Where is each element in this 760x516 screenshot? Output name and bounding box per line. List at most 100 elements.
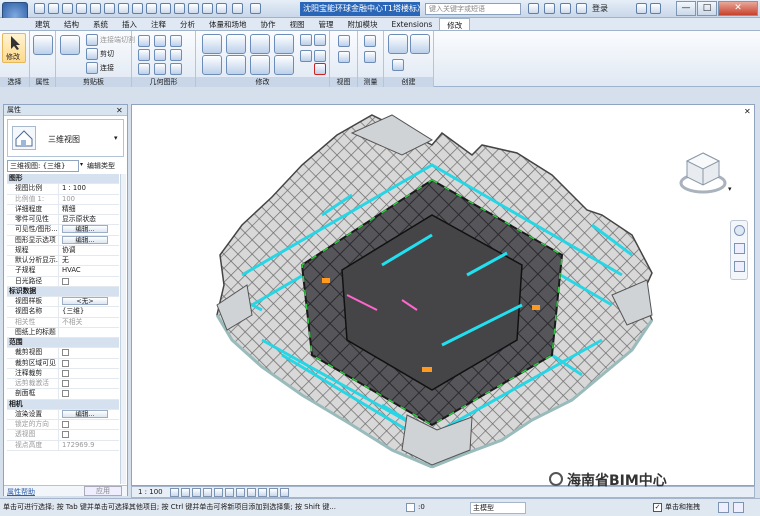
binoculars-icon[interactable] xyxy=(528,3,539,14)
cut-label[interactable]: 剪切 xyxy=(100,49,114,59)
property-value[interactable] xyxy=(59,430,119,439)
property-value[interactable]: 1 : 100 xyxy=(59,184,119,193)
show-crop-icon[interactable] xyxy=(235,488,245,497)
tab-5[interactable]: 分析 xyxy=(173,18,202,30)
property-value[interactable]: {三维} xyxy=(59,307,119,316)
tab-1[interactable]: 结构 xyxy=(57,18,86,30)
detail-level-icon[interactable] xyxy=(169,488,179,497)
geometry-icon[interactable] xyxy=(170,63,182,75)
mirror-axis-icon[interactable] xyxy=(250,34,270,54)
visual-style-icon[interactable] xyxy=(180,488,190,497)
property-value[interactable]: 编辑... xyxy=(59,225,119,234)
property-value[interactable]: 无 xyxy=(59,256,119,265)
property-group[interactable]: 范围 xyxy=(7,338,119,349)
match-type-icon[interactable] xyxy=(86,48,98,60)
array-icon[interactable] xyxy=(300,50,312,62)
tab-6[interactable]: 体量和场地 xyxy=(202,18,254,30)
property-checkbox[interactable] xyxy=(62,369,69,377)
scale-icon[interactable] xyxy=(314,50,326,62)
property-value[interactable]: 编辑... xyxy=(59,409,119,419)
geometry-icon[interactable] xyxy=(138,49,150,61)
text-icon[interactable] xyxy=(160,3,171,14)
dimension-tool-icon[interactable] xyxy=(364,51,376,63)
view-icon[interactable] xyxy=(338,35,350,47)
orbit-icon[interactable] xyxy=(734,261,745,272)
offset-icon[interactable] xyxy=(226,34,246,54)
3d-view-canvas[interactable]: ✕ ▾ xyxy=(131,104,755,486)
lock-3d-icon[interactable] xyxy=(246,488,256,497)
property-checkbox[interactable] xyxy=(62,431,69,439)
geometry-icon[interactable] xyxy=(154,63,166,75)
edit-type-button[interactable]: 编辑类型 xyxy=(87,160,115,172)
properties-icon[interactable] xyxy=(33,35,53,55)
copy-element-icon[interactable] xyxy=(226,55,246,75)
redo-icon[interactable] xyxy=(90,3,101,14)
property-checkbox[interactable] xyxy=(62,349,69,357)
close-icon[interactable]: ✕ xyxy=(116,106,123,115)
property-group[interactable]: 标识数据 xyxy=(7,286,119,297)
property-checkbox[interactable] xyxy=(62,359,69,367)
tab-10[interactable]: 附加模块 xyxy=(341,18,385,30)
press-drag-checkbox[interactable]: ✓ xyxy=(653,503,662,512)
crop-view-icon[interactable] xyxy=(224,488,234,497)
edit-button[interactable]: 编辑... xyxy=(62,235,108,244)
pin-icon[interactable] xyxy=(314,34,326,46)
property-value[interactable]: 不相关 xyxy=(59,318,119,327)
property-group[interactable]: 相机 xyxy=(7,399,119,410)
render-icon[interactable] xyxy=(213,488,223,497)
rotate-icon[interactable] xyxy=(250,55,270,75)
edit-button[interactable]: 编辑... xyxy=(62,409,108,418)
edit-button[interactable]: <无> xyxy=(62,297,108,305)
search-input[interactable]: 键入关键字或短语 xyxy=(425,3,521,15)
sun-path-icon[interactable] xyxy=(191,488,201,497)
view-instance-dropdown[interactable]: 三维视图: {三维} xyxy=(7,160,79,172)
property-value[interactable] xyxy=(59,369,119,378)
help-icon[interactable] xyxy=(650,3,661,14)
geometry-icon[interactable] xyxy=(170,49,182,61)
login-button[interactable]: 登录 xyxy=(592,3,632,15)
geometry-icon[interactable] xyxy=(154,35,166,47)
chevron-down-icon[interactable]: ▾ xyxy=(114,134,118,142)
undo-icon[interactable] xyxy=(76,3,87,14)
minimize-button[interactable]: — xyxy=(676,1,696,16)
tab-8[interactable]: 视图 xyxy=(283,18,312,30)
view-cube[interactable] xyxy=(677,145,729,197)
property-value[interactable] xyxy=(59,348,119,357)
property-checkbox[interactable] xyxy=(62,380,69,387)
close-hidden-icon[interactable] xyxy=(216,3,227,14)
create-similar-icon[interactable] xyxy=(410,34,430,54)
selection-icon[interactable] xyxy=(733,502,744,513)
property-checkbox[interactable] xyxy=(62,421,69,428)
section-icon[interactable] xyxy=(188,3,199,14)
workset-icon[interactable] xyxy=(406,503,415,512)
analytical-model-icon[interactable] xyxy=(279,488,289,497)
chevron-down-icon[interactable]: ▾ xyxy=(80,161,86,171)
favorites-icon[interactable] xyxy=(576,3,587,14)
tab-12[interactable]: 修改 xyxy=(439,18,471,30)
tab-9[interactable]: 管理 xyxy=(312,18,341,30)
print-icon[interactable] xyxy=(104,3,115,14)
move-icon[interactable] xyxy=(202,55,222,75)
thin-lines-icon[interactable] xyxy=(202,3,213,14)
tab-4[interactable]: 注释 xyxy=(144,18,173,30)
delete-icon[interactable] xyxy=(314,63,326,75)
property-value[interactable] xyxy=(59,359,119,368)
open-icon[interactable] xyxy=(34,3,45,14)
property-value[interactable]: HVAC xyxy=(59,266,119,275)
hide-icon[interactable] xyxy=(338,51,350,63)
properties-scrollbar[interactable] xyxy=(120,174,126,484)
property-group[interactable]: 图形 xyxy=(7,174,119,185)
dimension-icon[interactable] xyxy=(132,3,143,14)
measure-icon[interactable] xyxy=(118,3,129,14)
property-value[interactable]: 100 xyxy=(59,195,119,204)
customize-toolbar-icon[interactable] xyxy=(250,3,261,14)
close-window-button[interactable]: ✕ xyxy=(718,1,758,16)
join-label[interactable]: 连接 xyxy=(100,63,114,73)
tab-7[interactable]: 协作 xyxy=(254,18,283,30)
3d-view-icon[interactable] xyxy=(174,3,185,14)
property-value[interactable] xyxy=(59,389,119,398)
tab-2[interactable]: 系统 xyxy=(86,18,115,30)
property-value[interactable]: 172969.9 xyxy=(59,441,119,450)
edit-button[interactable]: 编辑... xyxy=(62,225,108,234)
trim-icon[interactable] xyxy=(274,55,294,75)
